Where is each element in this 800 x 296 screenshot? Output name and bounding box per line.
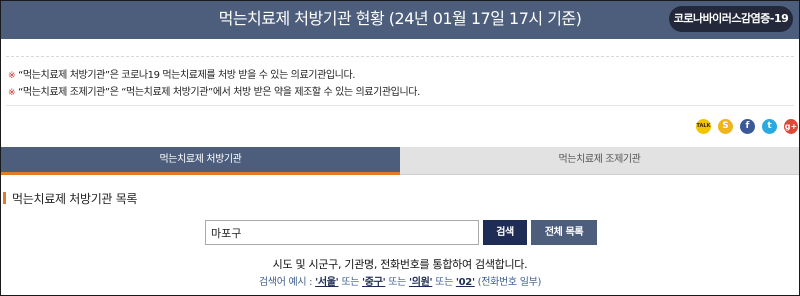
tab-dispensing-institutions[interactable]: 먹는치료제 조제기관 <box>400 147 799 175</box>
twitter-share-icon[interactable]: t <box>762 119 777 134</box>
examples-suffix: (전화번호 일부) <box>477 277 542 288</box>
examples-prefix: 검색어 예시 : <box>258 277 313 288</box>
notice-mark-icon: ※ <box>8 71 16 81</box>
googleplus-share-icon[interactable]: g+ <box>784 119 798 134</box>
page-header: 먹는치료제 처방기관 현황 (24년 01월 17일 17시 기준) 코로나바이… <box>1 1 799 39</box>
notice-prescribe: ※ “먹는치료제 처방기관”은 코로나19 먹는치료제를 처방 받을 수 있는 의… <box>8 66 355 81</box>
section-title: 먹는치료제 처방기관 목록 <box>12 192 138 206</box>
example-keyword-junggu[interactable]: '중구' <box>362 277 386 288</box>
search-examples: 검색어 예시 : '서울' 또는 '중구' 또는 '의원' 또는 '02' (전… <box>0 273 800 288</box>
covid19-badge[interactable]: 코로나바이러스감염증-19 <box>669 6 793 32</box>
notice-mark-icon: ※ <box>8 88 16 98</box>
all-list-button[interactable]: 전체 목록 <box>531 220 597 245</box>
example-keyword-clinic[interactable]: '의원' <box>409 277 433 288</box>
search-help-text: 시도 및 시군구, 기관명, 전화번호를 통합하여 검색합니다. <box>272 258 528 271</box>
notice-text: “먹는치료제 처방기관”은 코로나19 먹는치료제를 처방 받을 수 있는 의료… <box>18 70 356 81</box>
examples-or: 또는 <box>388 277 407 288</box>
notice-dispense: ※ “먹는치료제 조제기관”은 “먹는치료제 처방기관”에서 처방 받은 약을 제… <box>8 83 420 98</box>
notice-divider-top <box>6 56 794 57</box>
examples-or: 또는 <box>341 277 360 288</box>
section-title-marker <box>3 192 6 204</box>
example-keyword-seoul[interactable]: '서울' <box>315 277 339 288</box>
kakaostory-share-icon[interactable]: S <box>718 119 733 134</box>
notice-divider-bottom <box>6 105 794 106</box>
example-keyword-02[interactable]: '02' <box>456 277 475 288</box>
facebook-share-icon[interactable]: f <box>740 119 755 134</box>
kakaotalk-share-icon[interactable]: TALK <box>696 119 711 134</box>
search-button[interactable]: 검색 <box>483 220 527 245</box>
tab-prescribing-institutions[interactable]: 먹는치료제 처방기관 <box>1 147 400 175</box>
notice-text: “먹는치료제 조제기관”은 “먹는치료제 처방기관”에서 처방 받은 약을 제조… <box>18 87 420 98</box>
search-input[interactable] <box>205 220 479 245</box>
examples-or: 또는 <box>435 277 453 288</box>
